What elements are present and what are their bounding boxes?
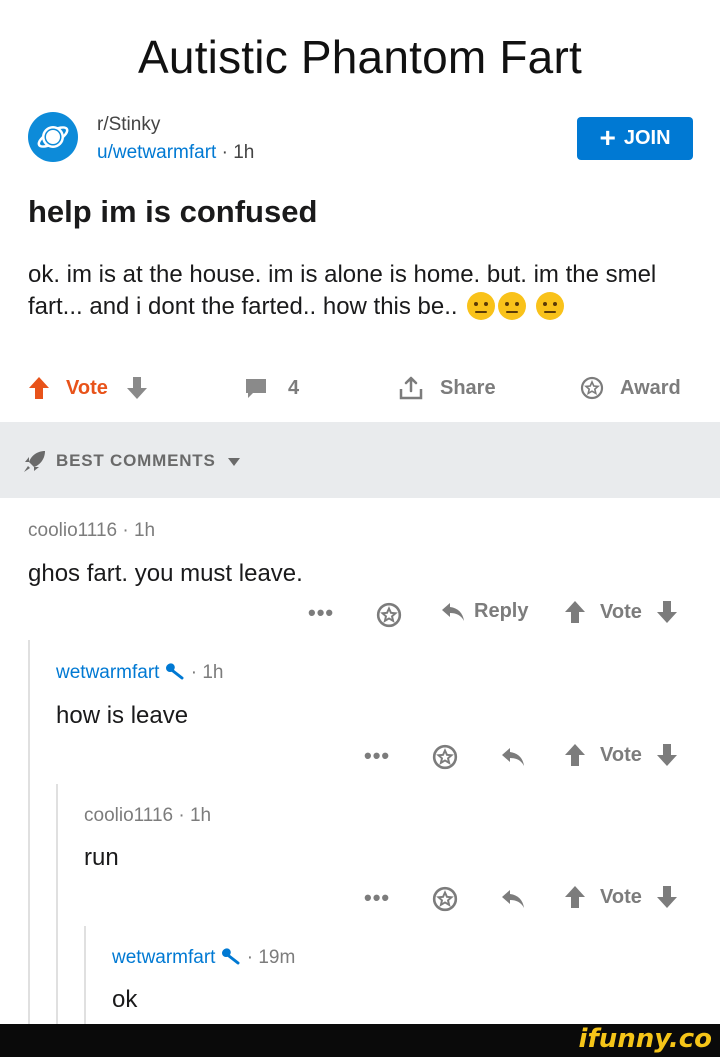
comment-author[interactable]: coolio1116 xyxy=(84,805,173,826)
post-vote-label: Vote xyxy=(66,376,108,399)
reply-arrow-icon[interactable] xyxy=(500,746,526,768)
meta-separator: · xyxy=(190,662,198,683)
downvote-icon[interactable] xyxy=(126,376,148,400)
join-button[interactable]: + JOIN xyxy=(577,117,693,160)
award-icon xyxy=(580,376,604,400)
meta-separator: · xyxy=(178,805,185,826)
share-label: Share xyxy=(440,376,496,399)
meta-separator: · xyxy=(122,520,129,541)
upvote-icon[interactable] xyxy=(564,600,586,624)
post-title: help im is confused xyxy=(28,194,318,229)
more-options-button[interactable]: ••• xyxy=(308,600,334,626)
comment-time: 1h xyxy=(202,662,224,683)
caret-down-icon xyxy=(227,457,241,467)
sort-label: BEST COMMENTS xyxy=(56,451,216,470)
thread-line[interactable] xyxy=(84,926,86,1024)
thread-line[interactable] xyxy=(56,784,58,1024)
comment-vote-group: Vote xyxy=(564,600,678,624)
comment-time: 19m xyxy=(258,947,296,968)
comment-text: how is leave xyxy=(56,702,189,729)
award-icon[interactable] xyxy=(376,602,402,628)
share-icon xyxy=(398,375,424,401)
comment-vote-group: Vote xyxy=(564,885,678,909)
rocket-icon xyxy=(22,448,48,474)
microphone-icon xyxy=(219,947,241,965)
upvote-icon[interactable] xyxy=(28,376,50,400)
microphone-icon xyxy=(163,662,185,680)
award-label: Award xyxy=(620,376,681,399)
subreddit-name[interactable]: r/Stinky xyxy=(97,114,160,136)
comment-text: ghos fart. you must leave. xyxy=(28,560,303,587)
comments-button[interactable]: 4 xyxy=(244,372,299,404)
downvote-icon[interactable] xyxy=(656,600,678,624)
comment-vote-group: Vote xyxy=(564,743,678,767)
award-icon[interactable] xyxy=(432,744,458,770)
share-button[interactable]: Share xyxy=(398,372,496,404)
post-meta: u/wetwarmfart · 1h xyxy=(97,142,254,164)
more-options-button[interactable]: ••• xyxy=(364,885,390,911)
meme-title: Autistic Phantom Fart xyxy=(138,31,582,83)
comment-bubble-icon xyxy=(244,376,268,400)
thread-line[interactable] xyxy=(28,640,30,1024)
meta-separator: · xyxy=(246,947,254,968)
comment-text: run xyxy=(84,844,119,871)
post-author[interactable]: u/wetwarmfart xyxy=(97,142,216,163)
reply-arrow-icon xyxy=(440,601,466,623)
join-label: JOIN xyxy=(623,127,671,149)
subreddit-planet-icon[interactable] xyxy=(28,112,78,162)
meta-separator: · xyxy=(221,142,228,163)
reply-label: Reply xyxy=(474,600,529,622)
reply-arrow-icon[interactable] xyxy=(500,888,526,910)
more-options-button[interactable]: ••• xyxy=(364,743,390,769)
post-body: ok. im is at the house. im is alone is h… xyxy=(28,259,678,323)
award-icon[interactable] xyxy=(432,886,458,912)
plus-icon: + xyxy=(599,121,616,153)
upvote-icon[interactable] xyxy=(564,743,586,767)
raised-eyebrow-emoji-icon xyxy=(467,292,496,320)
downvote-icon[interactable] xyxy=(656,743,678,767)
comment-meta: coolio1116 · 1h xyxy=(84,805,211,827)
comment-meta: wetwarmfart · 19m xyxy=(112,947,295,969)
award-button[interactable]: Award xyxy=(580,372,681,404)
raised-eyebrow-emoji-icon xyxy=(498,292,527,320)
comment-text: ok xyxy=(112,986,138,1013)
comment-author[interactable]: wetwarmfart xyxy=(56,662,159,683)
vote-label: Vote xyxy=(600,600,642,623)
comment-author[interactable]: wetwarmfart xyxy=(112,947,215,968)
comment-author[interactable]: coolio1116 xyxy=(28,520,117,541)
comments-count: 4 xyxy=(288,376,300,399)
comment-meta: wetwarmfart · 1h xyxy=(56,662,224,684)
vote-label: Vote xyxy=(600,743,642,766)
sort-dropdown[interactable]: BEST COMMENTS xyxy=(56,451,241,471)
comment-time: 1h xyxy=(133,520,156,541)
comment-time: 1h xyxy=(189,805,212,826)
post-vote-group: Vote xyxy=(28,372,148,404)
raised-eyebrow-emoji-icon xyxy=(535,292,564,320)
vote-label: Vote xyxy=(600,885,642,908)
post-time: 1h xyxy=(233,142,255,163)
comment-meta: coolio1116 · 1h xyxy=(28,520,155,542)
downvote-icon[interactable] xyxy=(656,885,678,909)
reply-button[interactable]: Reply xyxy=(440,600,528,623)
upvote-icon[interactable] xyxy=(564,885,586,909)
ifunny-watermark: ifunny.co xyxy=(578,1024,712,1054)
